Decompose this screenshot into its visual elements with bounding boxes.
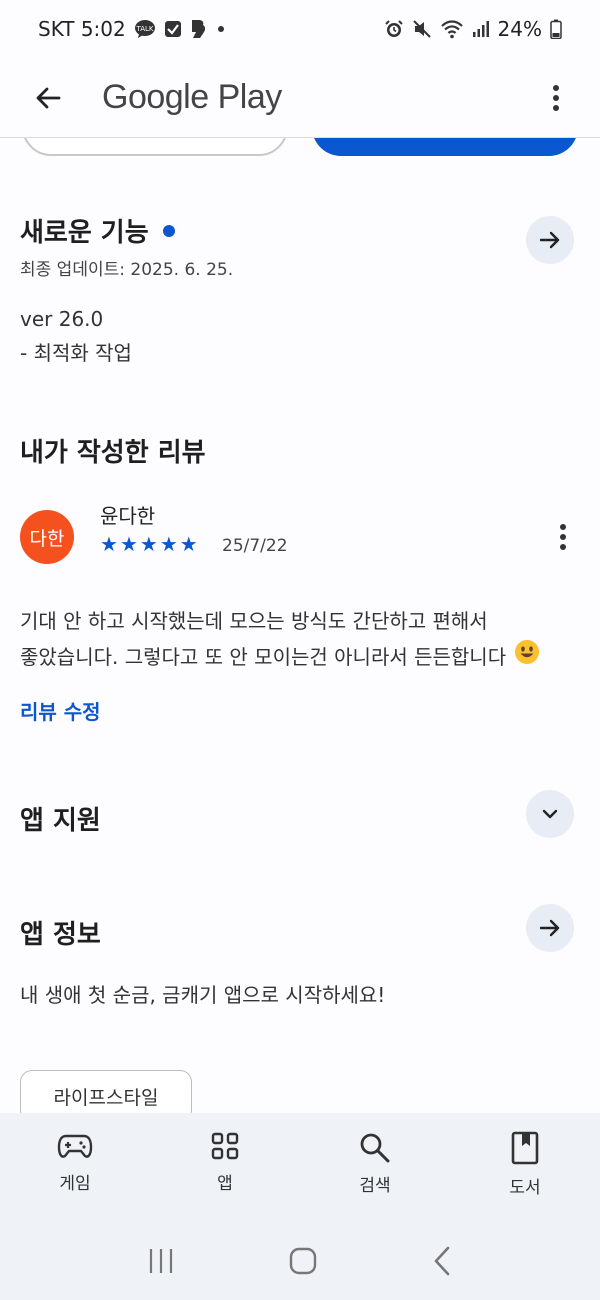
- whats-new-section: 새로운 기능 최종 업데이트: 2025. 6. 25.: [20, 212, 580, 280]
- app-info-arrow-button[interactable]: [526, 904, 574, 952]
- smiley-emoji-icon: [514, 639, 540, 676]
- release-note-text: - 최적화 작업: [20, 341, 132, 365]
- mute-icon: [412, 19, 432, 39]
- bottom-navigation: 게임 앱 검색 도서: [0, 1113, 600, 1225]
- app-support-title: 앱 지원: [20, 806, 101, 836]
- new-indicator-dot: [162, 224, 175, 237]
- status-bar: SKT 5:02 TALK 24%: [0, 0, 600, 58]
- book-icon: [511, 1131, 539, 1165]
- app-support-section[interactable]: 앱 지원: [20, 790, 580, 838]
- chevron-down-icon: [542, 809, 558, 819]
- app-title: Google Play: [102, 78, 282, 116]
- nav-item-apps[interactable]: 앱: [150, 1113, 300, 1225]
- review-text: 기대 안 하고 시작했는데 모으는 방식도 간단하고 편해서 좋았습니다. 그렇…: [20, 604, 580, 676]
- star-icon: ★: [139, 532, 158, 556]
- dot-icon: [214, 22, 228, 36]
- my-review-title: 내가 작성한 리뷰: [20, 438, 206, 468]
- app-description: 내 생애 첫 순금, 금캐기 앱으로 시작하세요!: [20, 983, 386, 1007]
- release-notes: ver 26.0 - 최적화 작업: [20, 302, 580, 370]
- more-vert-icon: [560, 524, 566, 550]
- star-icon: ★: [100, 532, 118, 556]
- app-info-title: 앱 정보: [20, 920, 101, 950]
- star-rating: ★ ★ ★ ★ ★: [100, 532, 198, 556]
- last-updated: 최종 업데이트: 2025. 6. 25.: [20, 260, 234, 280]
- app-info-section: 앱 정보: [20, 904, 580, 952]
- b-icon: [190, 19, 206, 39]
- search-icon: [360, 1133, 390, 1163]
- star-icon: ★: [159, 532, 178, 556]
- arrow-forward-icon: [539, 231, 560, 249]
- partial-outline-button[interactable]: [22, 138, 288, 156]
- partial-primary-button[interactable]: [312, 138, 578, 156]
- nav-label: 검색: [359, 1176, 391, 1196]
- reviewer-name: 윤다한: [100, 504, 156, 528]
- app-support-expand-button[interactable]: [526, 790, 574, 838]
- status-right: 24%: [384, 17, 562, 41]
- battery-icon: [550, 19, 562, 39]
- wifi-icon: [440, 19, 464, 39]
- nav-label: 게임: [59, 1174, 91, 1194]
- status-left: SKT 5:02 TALK: [38, 17, 228, 41]
- system-navigation-bar: [0, 1225, 600, 1300]
- review-more-button[interactable]: [548, 520, 578, 554]
- talk-icon: TALK: [134, 19, 156, 39]
- nav-item-games[interactable]: 게임: [0, 1113, 150, 1225]
- review-date: 25/7/22: [222, 536, 288, 556]
- whats-new-title: 새로운 기능: [20, 218, 149, 248]
- partial-action-buttons: [0, 138, 600, 158]
- whats-new-header: 새로운 기능: [20, 212, 580, 249]
- review-text-line-wrap: 좋았습니다. 그렇다고 또 안 모이는건 아니라서 든든합니다: [20, 639, 580, 676]
- check-icon: [164, 20, 182, 38]
- back-arrow-icon: [36, 87, 61, 108]
- star-icon: ★: [119, 532, 138, 556]
- version-text: ver 26.0: [20, 307, 104, 331]
- recent-apps-icon: [149, 1248, 172, 1273]
- edit-review-link[interactable]: 리뷰 수정: [20, 696, 101, 725]
- battery-percent: 24%: [497, 17, 542, 41]
- alarm-icon: [384, 19, 404, 39]
- nav-item-search[interactable]: 검색: [300, 1113, 450, 1225]
- nav-label: 앱: [217, 1174, 233, 1194]
- more-vert-icon: [553, 84, 559, 111]
- signal-icon: [472, 20, 490, 38]
- back-button[interactable]: [24, 74, 72, 122]
- arrow-forward-icon: [539, 919, 560, 937]
- system-back-icon: [435, 1246, 450, 1275]
- apps-grid-icon: [211, 1132, 239, 1160]
- more-options-button[interactable]: [536, 78, 576, 118]
- nav-item-books[interactable]: 도서: [450, 1113, 600, 1225]
- nav-label: 도서: [509, 1178, 541, 1198]
- home-button[interactable]: [287, 1245, 319, 1281]
- svg-text:TALK: TALK: [135, 25, 153, 33]
- review-text-line: 기대 안 하고 시작했는데 모으는 방식도 간단하고 편해서: [20, 609, 488, 633]
- whats-new-arrow-button[interactable]: [526, 216, 574, 264]
- my-review-section: 내가 작성한 리뷰: [20, 432, 580, 469]
- home-icon: [289, 1247, 317, 1274]
- gamepad-icon: [57, 1134, 93, 1158]
- review-text-line: 좋았습니다. 그렇다고 또 안 모이는건 아니라서 든든합니다: [20, 645, 507, 669]
- system-back-button[interactable]: [430, 1245, 454, 1281]
- avatar: 다한: [20, 510, 74, 564]
- star-icon: ★: [179, 532, 198, 556]
- app-bar: Google Play: [0, 58, 600, 138]
- carrier-time: SKT 5:02: [38, 17, 126, 41]
- recent-apps-button[interactable]: [146, 1246, 176, 1280]
